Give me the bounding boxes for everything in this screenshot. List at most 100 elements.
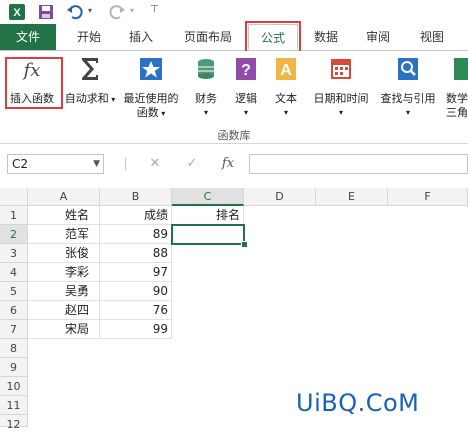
column-header-d[interactable]: D [244,188,316,206]
ribbon-panel: fx 插入函数 自动求和 ▾ 最近使用的 函数 ▾ 财务 ▾ ? 逻辑 ▾ A … [0,51,468,144]
tab-file[interactable]: 文件 [0,24,56,50]
insert-function-label: 插入函数 [10,92,54,105]
enter-icon[interactable]: ✓ [182,154,202,174]
column-header-a[interactable]: A [28,188,100,206]
name-box-dropdown-icon[interactable]: ▼ [93,155,100,173]
cell-a4[interactable]: 李彩 [28,263,100,282]
svg-text:fx: fx [22,60,41,81]
dropdown-arrow-icon: ▾ [338,108,343,117]
row-header-2[interactable]: 2 [0,225,28,244]
logical-label: 逻辑 [235,92,257,105]
column-header-c[interactable]: C [172,188,244,206]
excel-logo-icon: X [9,4,25,20]
dropdown-arrow-icon: ▾ [405,108,410,117]
insert-function-fx-icon[interactable]: fx [218,154,238,174]
logic-icon: ? [236,58,256,80]
dropdown-arrow-icon: ▾ [283,108,288,117]
text-icon: A [276,58,296,80]
row-header-5[interactable]: 5 [0,282,28,301]
cell-b4[interactable]: 97 [100,263,172,282]
financial-label: 财务 [195,92,217,105]
dropdown-arrow-icon: ▾ [243,108,248,117]
sigma-icon [82,58,98,80]
insert-function-button[interactable]: fx 插入函数 [4,55,60,106]
row-header-11[interactable]: 11 [0,396,28,415]
recently-used-button[interactable]: 最近使用的 函数 ▾ [118,55,184,121]
math-trig-label-2: 三角函 [446,106,468,119]
row-header-6[interactable]: 6 [0,301,28,320]
fx-icon: fx [22,60,41,81]
formula-input[interactable] [249,154,468,174]
tab-review[interactable]: 审阅 [354,24,402,50]
cell-a6[interactable]: 赵四 [28,301,100,320]
selected-cell-c2[interactable] [171,224,245,245]
redo-dropdown-icon[interactable]: ▾ [130,6,134,15]
datetime-icon [331,59,351,79]
cell-b2[interactable]: 89 [100,225,172,244]
financial-button[interactable]: 财务 ▾ [188,55,224,120]
cell-a5[interactable]: 吴勇 [28,282,100,301]
watermark: UiBQ.CoM [296,389,420,417]
star-icon [140,58,162,80]
name-box[interactable]: C2 ▼ [7,154,104,174]
math-icon [454,58,468,80]
tab-view[interactable]: 视图 [408,24,456,50]
svg-text:X: X [13,7,21,19]
row-header-9[interactable]: 9 [0,358,28,377]
cell-c1[interactable]: 排名 [172,206,244,225]
row-header-3[interactable]: 3 [0,244,28,263]
cell-b1[interactable]: 成绩 [100,206,172,225]
row-header-1[interactable]: 1 [0,206,28,225]
dropdown-arrow-icon: ▾ [158,109,166,118]
cell-b6[interactable]: 76 [100,301,172,320]
cancel-icon[interactable]: ✕ [145,154,165,174]
formula-bar-divider [125,157,126,171]
formula-bar: C2 ▼ ✕ ✓ fx [0,151,468,179]
logical-button[interactable]: ? 逻辑 ▾ [228,55,264,120]
tab-insert[interactable]: 插入 [116,24,166,50]
undo-icon[interactable] [66,3,84,21]
undo-dropdown-icon[interactable]: ▾ [88,6,92,15]
dropdown-arrow-icon: ▾ [203,108,208,117]
column-header-e[interactable]: E [316,188,388,206]
svg-text:A: A [280,62,292,79]
lookup-icon [398,58,418,80]
column-header-b[interactable]: B [100,188,172,206]
fill-handle[interactable] [241,241,248,248]
date-time-label: 日期和时间 [313,92,369,105]
lookup-reference-button[interactable]: 查找与引用 ▾ [376,55,440,120]
customize-qat-icon[interactable]: ⊤ [150,4,159,15]
row-header-10[interactable]: 10 [0,377,28,396]
save-icon[interactable] [37,3,55,21]
autosum-button[interactable]: 自动求和 ▾ [64,55,116,107]
cell-a3[interactable]: 张俊 [28,244,100,263]
row-header-8[interactable]: 8 [0,339,28,358]
finance-icon [198,59,214,79]
recently-used-label: 最近使用的 [123,92,179,105]
row-header-7[interactable]: 7 [0,320,28,339]
date-time-button[interactable]: 日期和时间 ▾ [308,55,374,120]
redo-icon[interactable] [108,3,126,21]
tab-page-layout[interactable]: 页面布局 [176,24,240,50]
column-header-f[interactable]: F [388,188,468,206]
text-button[interactable]: A 文本 ▾ [268,55,304,120]
svg-text:?: ? [241,62,251,79]
ribbon-tabs: 文件 开始 插入 页面布局 公式 数据 审阅 视图 [0,24,468,51]
cell-a1[interactable]: 姓名 [28,206,100,225]
cell-a7[interactable]: 宋局 [28,320,100,339]
cell-a2[interactable]: 范军 [28,225,100,244]
tab-formulas[interactable]: 公式 [248,24,298,50]
math-trig-button[interactable]: 数学 三角函 [446,55,468,120]
select-all-corner[interactable] [0,188,28,206]
cell-b3[interactable]: 88 [100,244,172,263]
autosum-label: 自动求和 [64,92,109,105]
text-label: 文本 [275,92,297,105]
math-trig-label: 数学 [446,92,468,105]
cell-b7[interactable]: 99 [100,320,172,339]
row-header-12[interactable]: 12 [0,415,28,431]
cell-b5[interactable]: 90 [100,282,172,301]
function-library-group-label: 函数库 [217,129,251,142]
tab-home[interactable]: 开始 [64,24,114,50]
tab-data[interactable]: 数据 [302,24,350,50]
row-header-4[interactable]: 4 [0,263,28,282]
